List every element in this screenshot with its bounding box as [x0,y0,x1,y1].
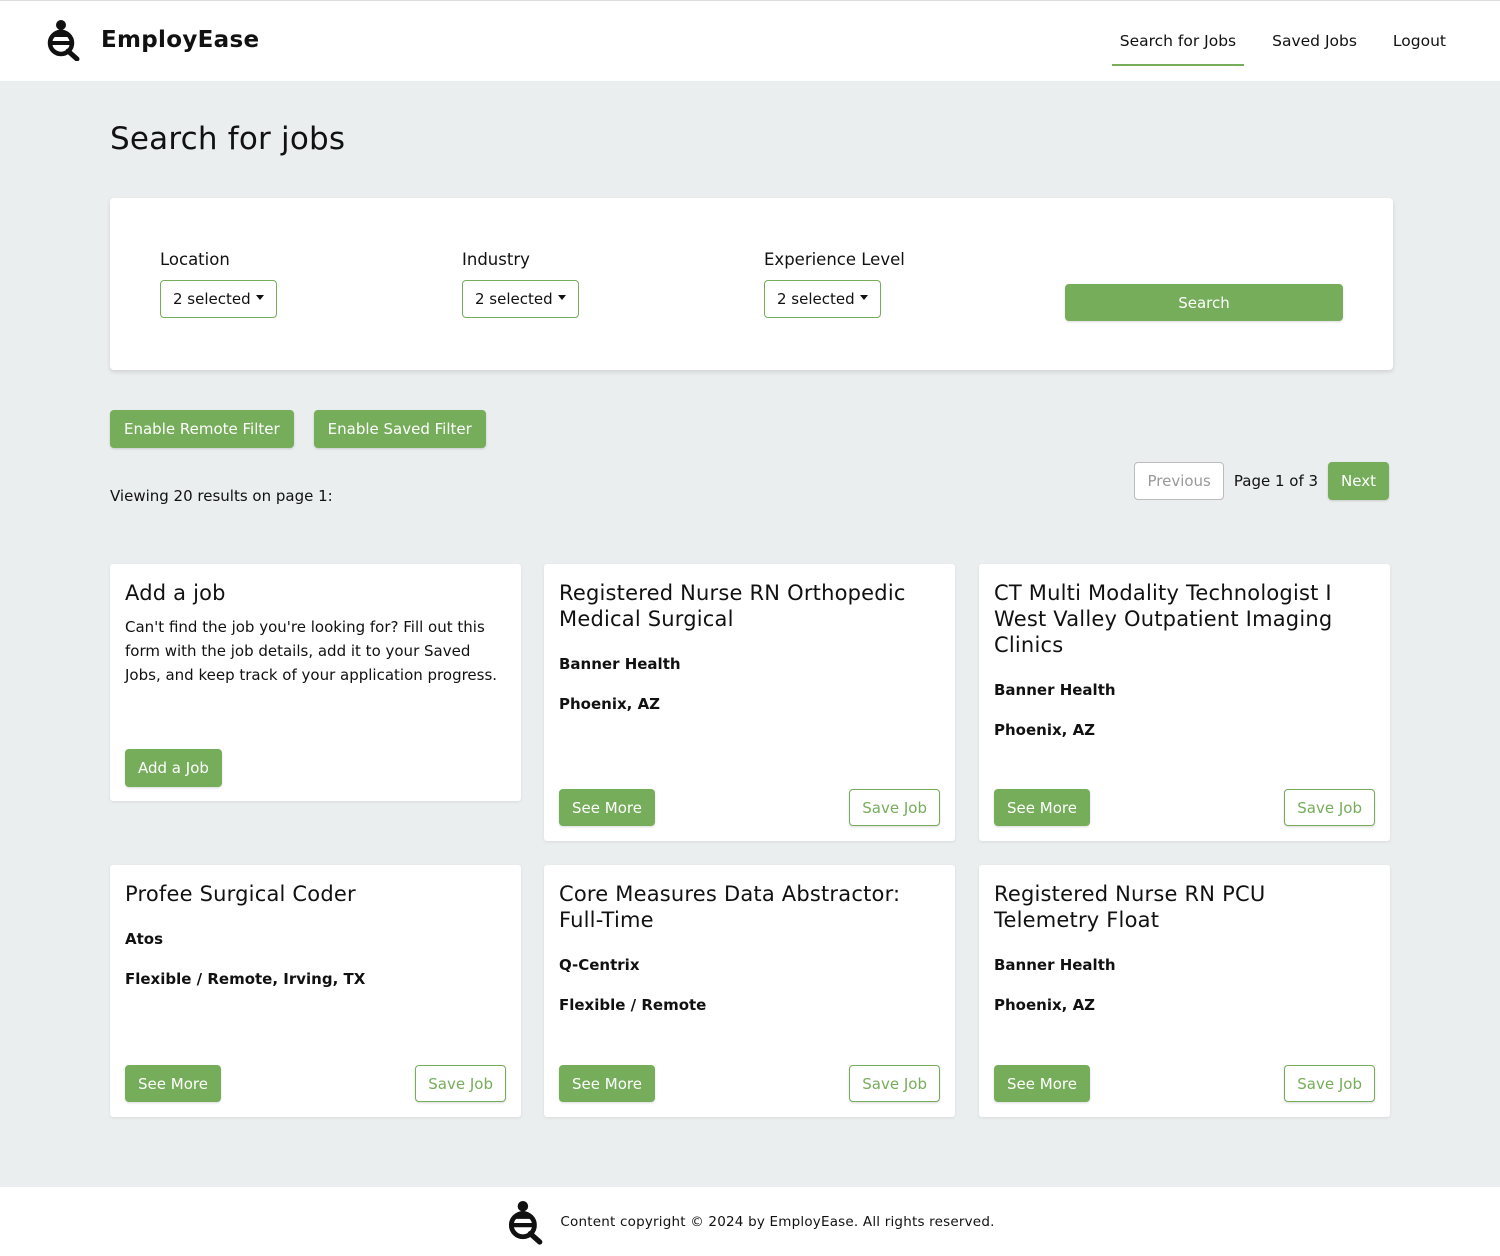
experience-label: Experience Level [764,250,905,269]
job-location: Phoenix, AZ [559,695,661,713]
main-nav: Search for Jobs Saved Jobs Logout [1092,1,1454,82]
pagination: Previous Page 1 of 3 Next [1134,462,1389,500]
footer-copyright: Content copyright © 2024 by EmployEase. … [560,1213,995,1230]
job-company: Q-Centrix [559,956,640,974]
search-filters-card: Location 2 selected Industry 2 selected … [110,198,1393,370]
enable-remote-filter-button[interactable]: Enable Remote Filter [110,410,294,448]
brand-name: EmployEase [101,27,260,53]
job-company: Atos [125,930,164,948]
job-card: Registered Nurse RN PCU Telemetry Float … [979,865,1390,1117]
save-job-button[interactable]: Save Job [415,1065,506,1102]
see-more-button[interactable]: See More [559,789,655,826]
filter-toggles: Enable Remote Filter Enable Saved Filter [110,410,506,448]
job-card: Core Measures Data Abstractor: Full-Time… [544,865,955,1117]
caret-down-icon [859,294,868,300]
job-location: Phoenix, AZ [994,721,1096,739]
job-location: Flexible / Remote, Irving, TX [125,970,366,988]
card-title: Add a job [125,581,226,605]
job-card: Profee Surgical Coder Atos Flexible / Re… [110,865,521,1117]
location-filter: Location 2 selected [160,250,277,318]
enable-saved-filter-button[interactable]: Enable Saved Filter [313,410,486,448]
nav-search-for-jobs[interactable]: Search for Jobs [1111,1,1245,66]
see-more-button[interactable]: See More [125,1065,221,1102]
job-company: Banner Health [994,956,1116,974]
location-label: Location [160,250,230,269]
employease-logo-icon [509,1200,543,1245]
save-job-button[interactable]: Save Job [1284,789,1375,826]
location-dropdown-value: 2 selected [173,290,251,308]
nav-logout[interactable]: Logout [1385,1,1454,66]
experience-dropdown-value: 2 selected [777,290,855,308]
location-dropdown[interactable]: 2 selected [160,280,277,318]
industry-dropdown-value: 2 selected [475,290,553,308]
job-company: Banner Health [994,681,1116,699]
results-count: Viewing 20 results on page 1: [110,487,333,505]
see-more-button[interactable]: See More [994,789,1090,826]
save-job-button[interactable]: Save Job [849,789,940,826]
industry-label: Industry [462,250,530,269]
nav-saved-jobs[interactable]: Saved Jobs [1264,1,1365,66]
top-navbar: EmployEase Search for Jobs Saved Jobs Lo… [0,0,1500,81]
experience-filter: Experience Level 2 selected [764,250,905,318]
save-job-button[interactable]: Save Job [1284,1065,1375,1102]
see-more-button[interactable]: See More [994,1065,1090,1102]
search-button[interactable]: Search [1065,284,1343,321]
job-title: CT Multi Modality Technologist I West Va… [994,581,1333,657]
industry-dropdown[interactable]: 2 selected [462,280,579,318]
see-more-button[interactable]: See More [559,1065,655,1102]
page-indicator: Page 1 of 3 [1233,472,1319,490]
job-company: Banner Health [559,655,681,673]
caret-down-icon [255,294,264,300]
industry-filter: Industry 2 selected [462,250,579,318]
brand[interactable]: EmployEase [44,19,259,61]
caret-down-icon [557,294,566,300]
job-card: Registered Nurse RN Orthopedic Medical S… [544,564,955,841]
add-a-job-button[interactable]: Add a Job [125,749,222,787]
job-title: Core Measures Data Abstractor: Full-Time [559,882,901,932]
employease-logo-icon [47,20,80,61]
job-title: Profee Surgical Coder [125,882,356,906]
job-title: Registered Nurse RN PCU Telemetry Float [994,882,1266,932]
page-title: Search for jobs [110,121,346,157]
job-location: Phoenix, AZ [994,996,1096,1014]
next-button[interactable]: Next [1328,462,1389,500]
job-location: Flexible / Remote [559,996,707,1014]
previous-button[interactable]: Previous [1134,462,1224,500]
add-job-card: Add a job Can't find the job you're look… [110,564,521,801]
job-card: CT Multi Modality Technologist I West Va… [979,564,1390,841]
save-job-button[interactable]: Save Job [849,1065,940,1102]
footer: Content copyright © 2024 by EmployEase. … [0,1187,1500,1256]
experience-dropdown[interactable]: 2 selected [764,280,881,318]
card-description: Can't find the job you're looking for? F… [125,618,498,684]
job-title: Registered Nurse RN Orthopedic Medical S… [559,581,906,631]
